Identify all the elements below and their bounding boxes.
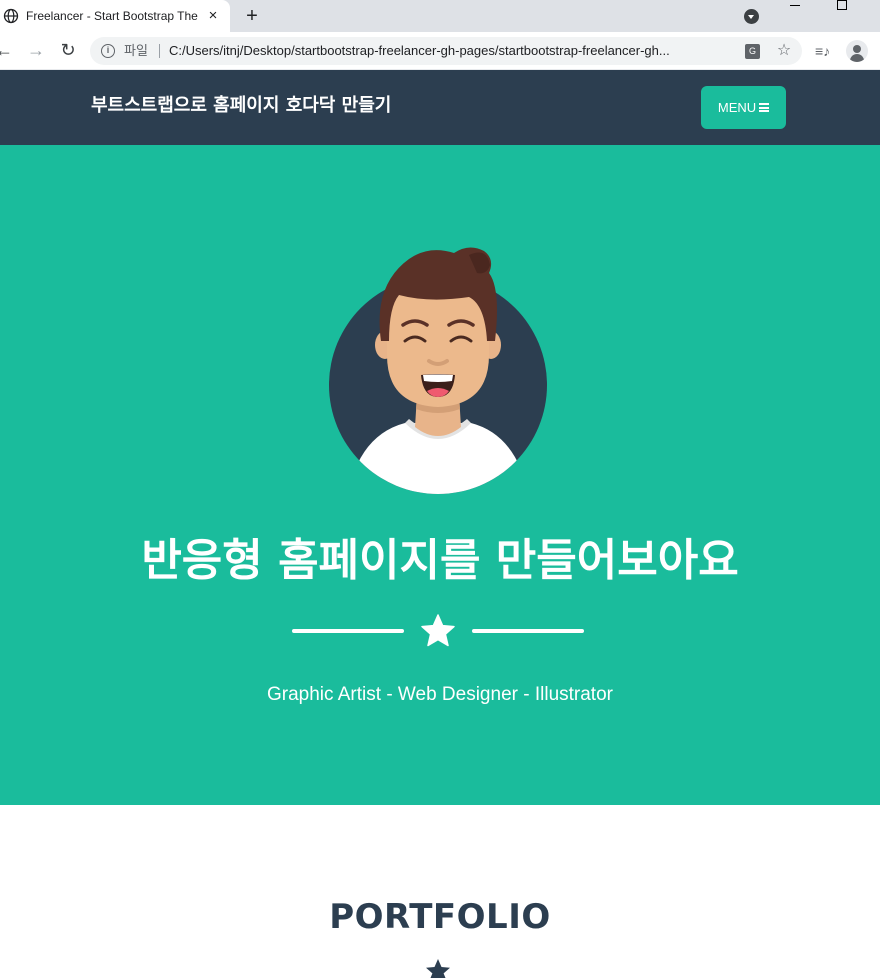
scheme-label: 파일 — [124, 43, 148, 58]
divider-line-right — [472, 629, 584, 633]
hero-title: 반응형 홈페이지를 만들어보아요 — [141, 535, 739, 586]
avatar-illustration — [329, 247, 547, 494]
translate-icon[interactable]: G — [745, 44, 760, 59]
browser-tab[interactable]: Freelancer - Start Bootstrap The × — [0, 0, 230, 32]
tab-strip: Freelancer - Start Bootstrap The × + — [0, 0, 880, 32]
reload-icon[interactable]: ↻ — [58, 40, 78, 60]
star-icon — [426, 959, 450, 978]
close-icon[interactable]: × — [205, 8, 221, 24]
hamburger-icon — [759, 103, 770, 113]
menu-label: MENU — [717, 100, 757, 115]
divider-line-left — [292, 629, 404, 633]
url-text[interactable]: C:/Users/itnj/Desktop/startbootstrap-fre… — [169, 43, 729, 59]
minimize-button[interactable] — [790, 5, 800, 6]
back-icon[interactable]: ← — [0, 40, 14, 60]
navbar-brand[interactable]: 부트스트랩으로 홈페이지 호다닥 만들기 — [91, 94, 391, 118]
menu-button[interactable]: MENU — [701, 86, 786, 129]
tab-title: Freelancer - Start Bootstrap The — [26, 9, 198, 23]
omnibox-separator — [159, 44, 160, 58]
media-icon[interactable]: ≡♪ — [815, 43, 833, 59]
portfolio-title: PORTFOLIO — [329, 897, 551, 937]
plus-icon[interactable]: + — [241, 5, 263, 27]
star-icon — [421, 614, 455, 647]
browser-toolbar: ← → ↻ i 파일 C:/Users/itnj/Desktop/startbo… — [0, 32, 880, 70]
star-icon[interactable]: ☆ — [775, 42, 793, 60]
maximize-button[interactable] — [837, 0, 847, 10]
globe-icon — [3, 8, 19, 24]
profile-icon[interactable] — [846, 40, 868, 62]
hero-subtitle: Graphic Artist - Web Designer - Illustra… — [267, 684, 613, 705]
tab-search-icon[interactable] — [744, 9, 759, 24]
masthead: 반응형 홈페이지를 만들어보아요 Graphic Artist - Web De… — [0, 145, 880, 805]
info-icon[interactable]: i — [101, 44, 115, 58]
address-bar[interactable]: i 파일 C:/Users/itnj/Desktop/startbootstra… — [90, 37, 802, 65]
forward-icon[interactable]: → — [26, 40, 46, 60]
site-navbar: 부트스트랩으로 홈페이지 호다닥 만들기 MENU — [0, 70, 880, 145]
